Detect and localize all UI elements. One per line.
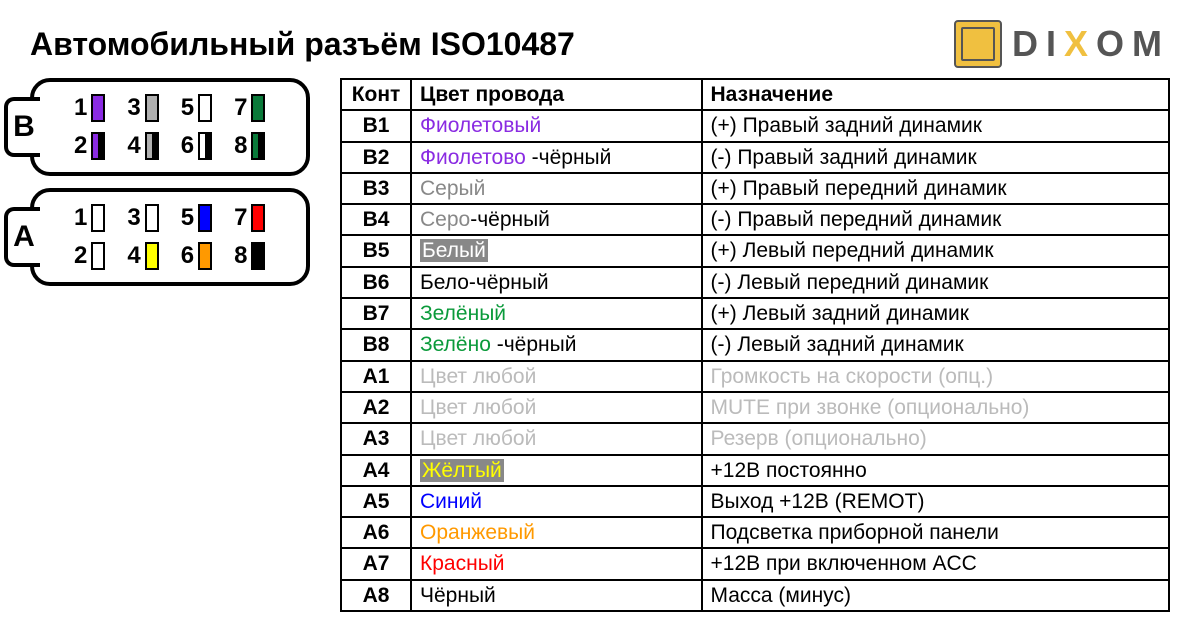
pin: 1 <box>74 204 105 232</box>
table-row: A1Цвет любойГромкость на скорости (опц.) <box>341 361 1169 392</box>
table-row: B5Белый(+) Левый передний динамик <box>341 235 1169 266</box>
table-row: A7Красный+12В при включенном ACC <box>341 548 1169 579</box>
table-row: A4Жёлтый+12В постоянно <box>341 455 1169 486</box>
header-purpose: Назначение <box>702 79 1170 110</box>
table-row: A6ОранжевыйПодсветка приборной панели <box>341 517 1169 548</box>
pin: 8 <box>234 132 265 160</box>
table-row: A2Цвет любойMUTE при звонке (опционально… <box>341 392 1169 423</box>
connector-b-label: B <box>4 97 40 157</box>
table-row: B3Серый(+) Правый передний динамик <box>341 173 1169 204</box>
connector-a-label: A <box>4 207 40 267</box>
pin: 3 <box>127 94 158 122</box>
table-row: B1Фиолетовый(+) Правый задний динамик <box>341 110 1169 141</box>
page-title: Автомобильный разъём ISO10487 <box>30 26 575 63</box>
pin: 6 <box>181 242 212 270</box>
pin: 5 <box>181 94 212 122</box>
pin: 4 <box>127 132 158 160</box>
pin: 2 <box>74 132 105 160</box>
connector-a: A 1357 2468 <box>30 188 310 286</box>
table-row: B2Фиолетово -чёрный(-) Правый задний дин… <box>341 142 1169 173</box>
table-row: A8ЧёрныйМасса (минус) <box>341 580 1169 611</box>
brand-logo: DIXOM <box>954 20 1170 68</box>
table-row: A5СинийВыход +12В (REMOT) <box>341 486 1169 517</box>
header-contact: Конт <box>341 79 411 110</box>
connector-diagram: B 1357 2468 A 1357 2468 <box>30 78 310 298</box>
pinout-table: Конт Цвет провода Назначение B1Фиолетовы… <box>340 78 1170 612</box>
brand-text: DIXOM <box>1012 23 1170 65</box>
header-color: Цвет провода <box>411 79 702 110</box>
table-row: B6Бело-чёрный(-) Левый передний динамик <box>341 267 1169 298</box>
pin: 7 <box>234 94 265 122</box>
table-row: B8Зелёно -чёрный(-) Левый задний динамик <box>341 329 1169 360</box>
pin: 2 <box>74 242 105 270</box>
pin: 4 <box>127 242 158 270</box>
table-row: B4Серо-чёрный(-) Правый передний динамик <box>341 204 1169 235</box>
chip-icon <box>954 20 1002 68</box>
pin: 3 <box>127 204 158 232</box>
pin: 8 <box>234 242 265 270</box>
connector-b: B 1357 2468 <box>30 78 310 176</box>
pin: 6 <box>181 132 212 160</box>
pin: 5 <box>181 204 212 232</box>
table-row: A3Цвет любойРезерв (опционально) <box>341 423 1169 454</box>
pin: 7 <box>234 204 265 232</box>
pin: 1 <box>74 94 105 122</box>
table-row: B7Зелёный(+) Левый задний динамик <box>341 298 1169 329</box>
